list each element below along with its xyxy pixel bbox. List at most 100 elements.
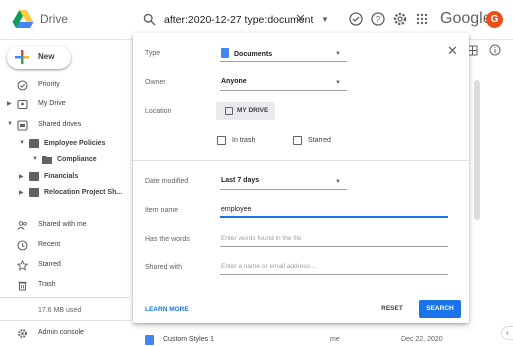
collapse-arrow-icon[interactable]: ▼ <box>32 156 38 162</box>
chevron-down-icon: ▼ <box>335 179 341 185</box>
advanced-search-panel: ✕ Type Documents ▼ Owner Anyone ▼ Locati… <box>133 33 469 323</box>
search-button[interactable]: SEARCH <box>419 300 461 318</box>
app-title[interactable]: Drive <box>40 12 68 26</box>
item-name-value: employee <box>221 206 252 213</box>
close-icon[interactable]: ✕ <box>447 43 458 59</box>
doc-icon <box>145 335 154 345</box>
sidebar-item-recent[interactable]: Recent <box>0 238 130 254</box>
drive-folder-icon <box>29 188 39 197</box>
has-words-placeholder: Enter words found in the file <box>221 235 302 242</box>
sidebar-item-priority[interactable]: Priority <box>0 78 130 94</box>
starred-label: Starred <box>308 137 331 144</box>
item-name-input[interactable]: employee <box>220 204 448 218</box>
people-icon <box>17 221 27 230</box>
shared-with-label: Shared with <box>145 264 182 271</box>
doc-icon <box>221 48 229 58</box>
type-value: Documents <box>234 50 273 58</box>
drive-icon <box>17 99 28 110</box>
settings-gear-icon[interactable] <box>392 11 408 27</box>
chevron-down-icon: ▼ <box>335 51 341 57</box>
help-icon[interactable]: ? <box>370 11 386 27</box>
drive-icon <box>225 107 233 115</box>
search-input[interactable]: after:2020-12-27 type:document <box>164 14 313 26</box>
has-words-input[interactable]: Enter words found in the file <box>220 233 448 247</box>
new-button[interactable]: New <box>7 46 71 69</box>
tree-item-label: Compliance <box>57 156 97 163</box>
sidebar: New Priority ▶ My Drive ▼ Shared drives … <box>0 40 130 346</box>
google-wordmark: Google <box>440 10 492 27</box>
folder-icon <box>42 156 52 164</box>
date-modified-value: Last 7 days <box>221 177 260 184</box>
sidebar-item-label: Recent <box>38 241 61 248</box>
collapse-arrow-icon[interactable]: ▼ <box>19 140 25 146</box>
in-trash-label: In trash <box>232 137 256 144</box>
chevron-down-icon: ▼ <box>335 80 341 86</box>
clear-search-icon[interactable]: ✕ <box>295 11 306 27</box>
sidebar-item-shared-with-me[interactable]: Shared with me <box>0 218 130 234</box>
sidebar-item-starred[interactable]: Starred <box>0 258 130 274</box>
owner-label: Owner <box>145 79 166 86</box>
sidebar-item-admin-console[interactable]: Admin console <box>0 326 130 342</box>
drive-folder-icon <box>29 172 39 181</box>
account-avatar[interactable]: G <box>486 11 503 28</box>
sidebar-item-label: Shared with me <box>38 221 87 228</box>
location-chip-label: MY DRIVE <box>237 107 269 114</box>
drive-folder-icon <box>29 139 39 148</box>
owner-value: Anyone <box>221 78 247 85</box>
sidebar-item-my-drive[interactable]: ▶ My Drive <box>0 97 130 113</box>
sidebar-item-label: Priority <box>38 81 60 88</box>
type-label: Type <box>145 50 161 57</box>
sidebar-item-label: Trash <box>38 281 56 288</box>
shared-drives-icon <box>17 120 28 131</box>
item-name-label: Item name <box>145 207 179 214</box>
collapse-arrow-icon[interactable]: ▼ <box>7 121 13 127</box>
tree-item-label: Relocation Project Sh... <box>44 189 123 196</box>
sidebar-item-label: Admin console <box>38 329 84 336</box>
reset-button[interactable]: RESET <box>378 300 406 318</box>
expand-arrow-icon[interactable]: ▶ <box>19 173 24 180</box>
tree-item-label: Financials <box>44 173 79 180</box>
shared-with-input[interactable]: Enter a name or email address... <box>220 261 448 275</box>
sidebar-divider <box>0 297 130 298</box>
table-row[interactable]: Custom Styles 1 me Dec 22, 2020 <box>133 334 508 346</box>
trash-icon <box>18 281 27 291</box>
star-icon <box>17 260 28 271</box>
expand-arrow-icon[interactable]: ▶ <box>19 189 24 196</box>
file-name: Custom Styles 1 <box>163 336 214 343</box>
new-button-label: New <box>38 52 55 61</box>
date-modified-select[interactable]: Last 7 days ▼ <box>220 176 347 190</box>
search-icon[interactable] <box>143 13 156 26</box>
storage-usage: 17.6 MB used <box>38 307 82 314</box>
tree-item-employee-policies[interactable]: ▼ Employee Policies <box>0 137 130 153</box>
drive-logo-icon[interactable] <box>12 9 34 29</box>
shared-with-placeholder: Enter a name or email address... <box>221 263 316 270</box>
plus-icon <box>15 50 29 64</box>
learn-more-link[interactable]: LEARN MORE <box>145 306 189 313</box>
offline-check-icon[interactable] <box>348 11 364 27</box>
sidebar-divider <box>0 320 130 321</box>
in-trash-checkbox[interactable] <box>217 136 226 145</box>
location-chip-my-drive[interactable]: MY DRIVE <box>216 102 275 120</box>
admin-icon <box>18 329 27 338</box>
info-icon[interactable] <box>489 44 501 56</box>
sidebar-item-shared-drives[interactable]: ▼ Shared drives <box>0 118 130 134</box>
starred-checkbox[interactable] <box>293 136 302 145</box>
tree-item-compliance[interactable]: ▼ Compliance <box>0 153 130 169</box>
tree-item-relocation-project[interactable]: ▶ Relocation Project Sh... <box>0 186 130 202</box>
sidebar-item-trash[interactable]: Trash <box>0 278 130 294</box>
tree-item-label: Employee Policies <box>44 140 106 147</box>
sidebar-item-label: Shared drives <box>38 121 82 128</box>
panel-divider <box>133 160 469 161</box>
tree-item-financials[interactable]: ▶ Financials <box>0 170 130 186</box>
sidebar-item-label: Starred <box>38 261 61 268</box>
scrollbar[interactable] <box>474 80 480 220</box>
search-bar[interactable]: after:2020-12-27 type:document ✕ ▼ <box>133 5 333 35</box>
file-owner: me <box>330 336 340 343</box>
owner-select[interactable]: Anyone ▼ <box>220 77 347 91</box>
type-select[interactable]: Documents ▼ <box>220 48 347 62</box>
sidebar-item-label: My Drive <box>38 100 66 107</box>
apps-grid-icon[interactable] <box>414 11 430 27</box>
search-options-icon[interactable]: ▼ <box>321 15 329 24</box>
expand-arrow-icon[interactable]: ▶ <box>7 100 12 107</box>
date-modified-label: Date modified <box>145 178 189 185</box>
